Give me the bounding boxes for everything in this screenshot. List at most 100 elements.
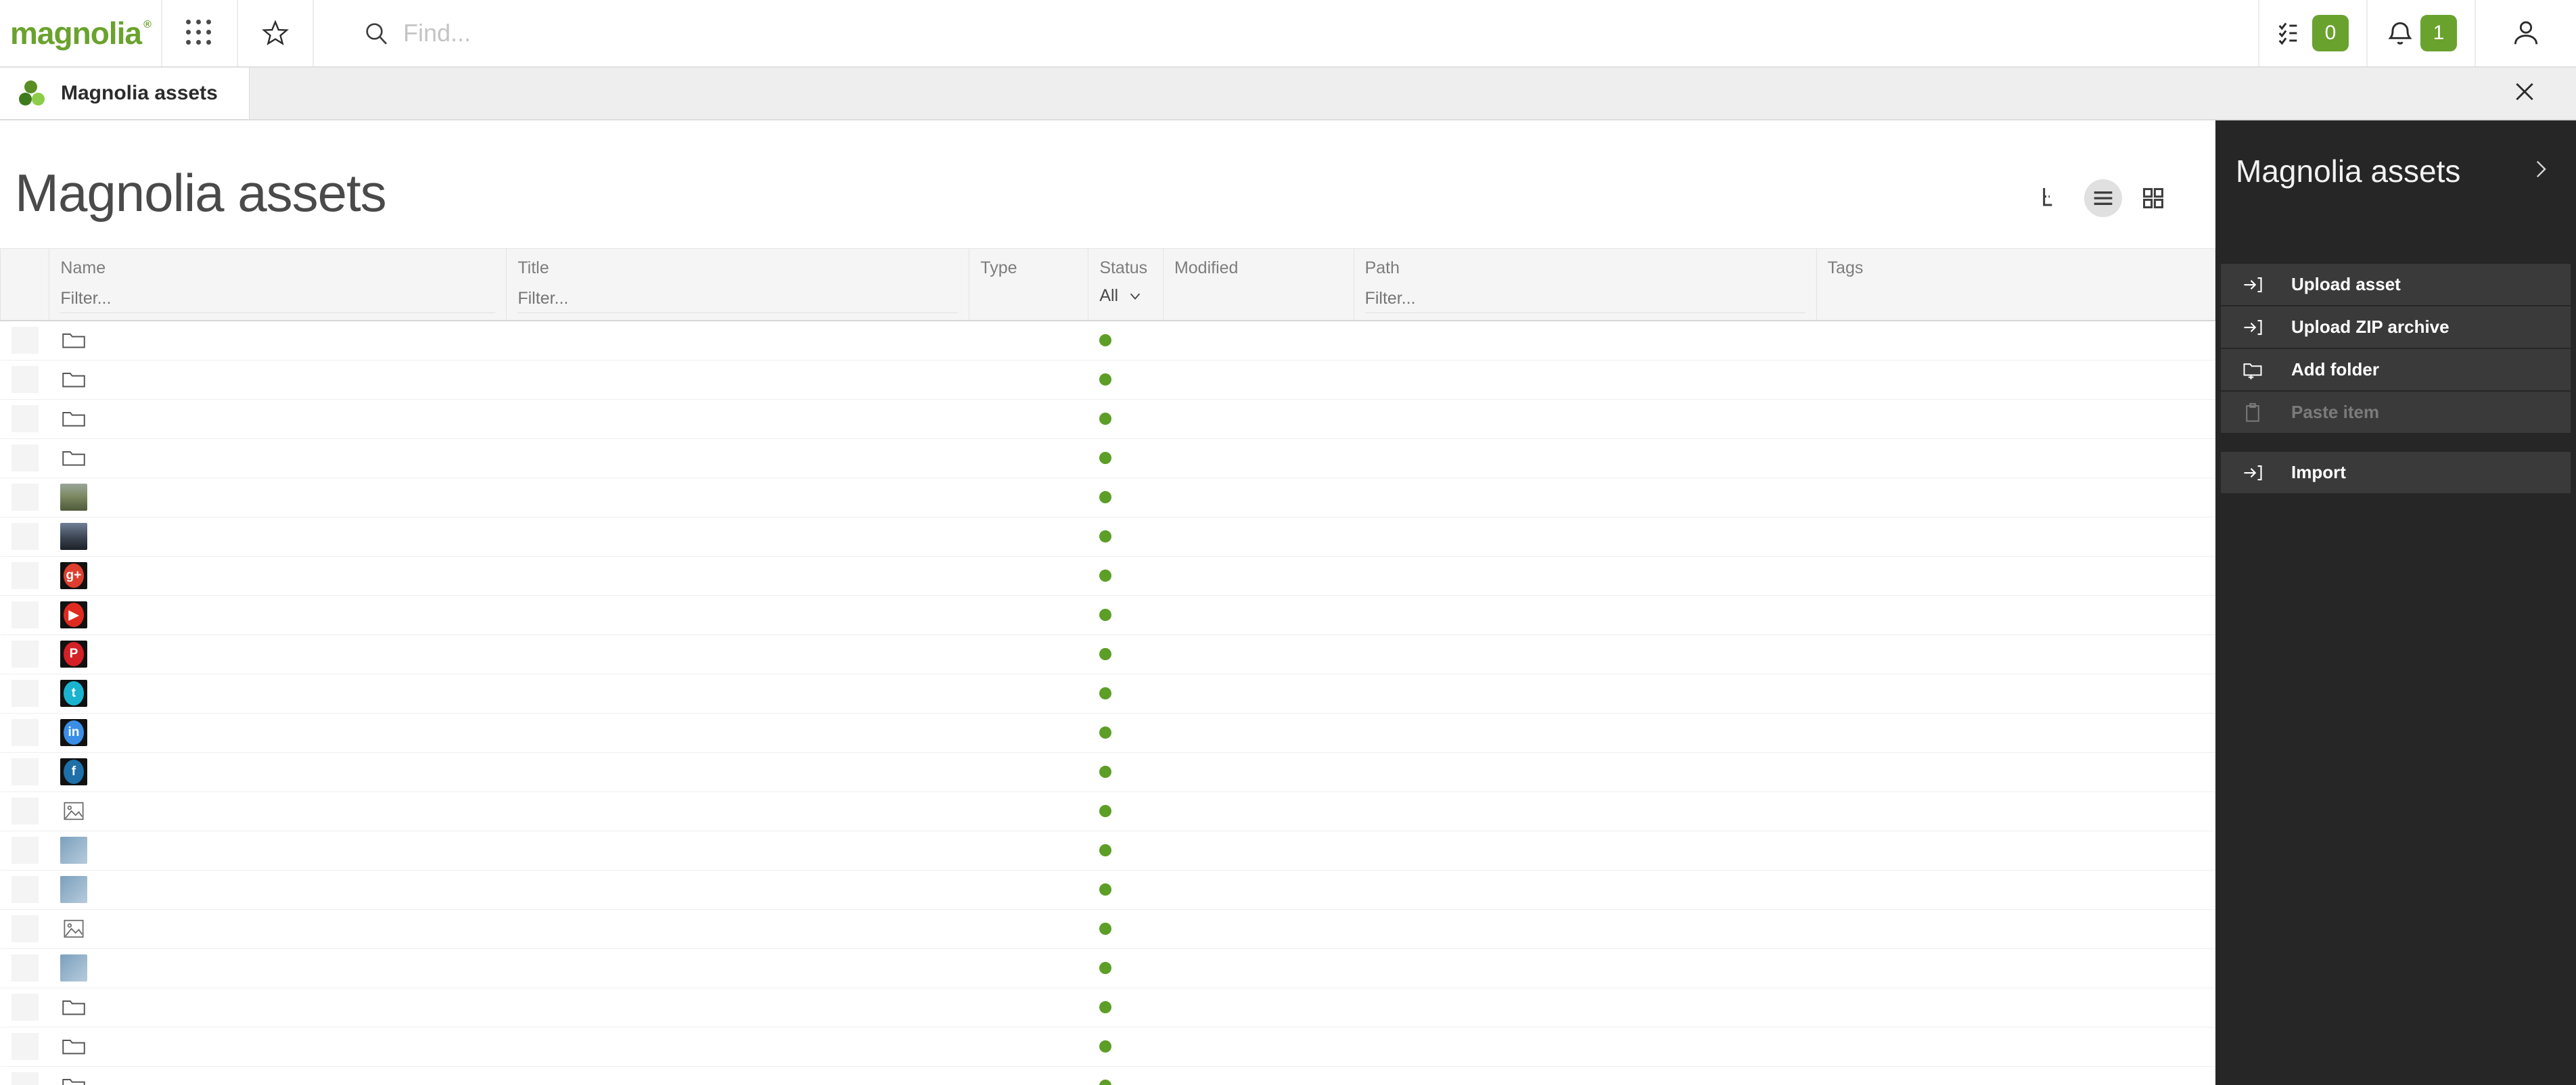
table-row[interactable]	[0, 360, 2215, 400]
row-checkbox[interactable]	[11, 994, 39, 1021]
row-checkbox[interactable]	[11, 837, 39, 864]
row-checkbox-cell[interactable]	[0, 321, 49, 361]
action-add-folder[interactable]: Add folder	[2221, 349, 2571, 390]
cell-name[interactable]	[49, 399, 507, 439]
row-checkbox[interactable]	[11, 1033, 39, 1060]
table-row[interactable]	[0, 399, 2215, 439]
table-row[interactable]	[0, 988, 2215, 1028]
row-checkbox-cell[interactable]	[0, 1066, 49, 1085]
row-checkbox[interactable]	[11, 915, 39, 942]
tasks-button[interactable]: 0	[2259, 0, 2368, 66]
row-checkbox-cell[interactable]	[0, 909, 49, 949]
table-row[interactable]	[0, 831, 2215, 871]
tab-magnolia-assets[interactable]: Magnolia assets	[0, 68, 250, 119]
filter-input-title[interactable]	[518, 287, 959, 313]
row-checkbox[interactable]	[11, 523, 39, 550]
table-row[interactable]	[0, 870, 2215, 910]
table-row[interactable]: g+	[0, 556, 2215, 596]
action-upload-asset[interactable]: Upload asset	[2221, 264, 2571, 305]
table-row[interactable]	[0, 517, 2215, 557]
thumbnail-view-button[interactable]	[2134, 179, 2172, 217]
row-checkbox[interactable]	[11, 719, 39, 746]
cell-name[interactable]	[49, 909, 507, 949]
cell-name[interactable]	[49, 321, 507, 361]
row-checkbox[interactable]	[11, 641, 39, 668]
row-checkbox[interactable]	[11, 758, 39, 785]
cell-name[interactable]	[49, 517, 507, 557]
cell-name[interactable]	[49, 1066, 507, 1085]
row-checkbox-cell[interactable]	[0, 948, 49, 988]
favorites-button[interactable]	[238, 0, 314, 66]
cell-name[interactable]	[49, 360, 507, 400]
status-filter-select[interactable]: All	[1099, 286, 1152, 306]
filter-input-path[interactable]	[1364, 287, 1806, 313]
row-checkbox[interactable]	[11, 562, 39, 589]
row-checkbox-cell[interactable]	[0, 870, 49, 910]
row-checkbox[interactable]	[11, 405, 39, 432]
row-checkbox-cell[interactable]	[0, 674, 49, 714]
row-checkbox[interactable]	[11, 601, 39, 628]
cell-name[interactable]: g+	[49, 556, 507, 596]
action-import[interactable]: Import	[2221, 452, 2571, 493]
column-header-type[interactable]: Type	[969, 248, 1089, 321]
column-header-tags[interactable]: Tags	[1816, 248, 2215, 321]
table-row[interactable]	[0, 909, 2215, 949]
cell-name[interactable]	[49, 791, 507, 831]
column-header-modified[interactable]: Modified	[1162, 248, 1354, 321]
row-checkbox-cell[interactable]	[0, 634, 49, 674]
table-row[interactable]: t	[0, 674, 2215, 714]
cell-name[interactable]	[49, 478, 507, 517]
row-checkbox-cell[interactable]	[0, 713, 49, 753]
row-checkbox-cell[interactable]	[0, 752, 49, 792]
close-tab-button[interactable]	[2511, 78, 2538, 109]
notifications-button[interactable]: 1	[2368, 0, 2476, 66]
row-checkbox-cell[interactable]	[0, 1027, 49, 1067]
cell-name[interactable]: in	[49, 713, 507, 753]
action-upload-zip-archive[interactable]: Upload ZIP archive	[2221, 306, 2571, 348]
collapse-panel-button[interactable]	[2529, 158, 2552, 185]
cell-name[interactable]	[49, 1027, 507, 1067]
cell-name[interactable]	[49, 870, 507, 910]
table-row[interactable]: P	[0, 634, 2215, 674]
table-row[interactable]	[0, 438, 2215, 478]
row-checkbox-cell[interactable]	[0, 988, 49, 1028]
row-checkbox-cell[interactable]	[0, 556, 49, 596]
apps-launcher-button[interactable]	[162, 0, 238, 66]
cell-name[interactable]	[49, 831, 507, 871]
cell-name[interactable]: t	[49, 674, 507, 714]
row-checkbox-cell[interactable]	[0, 517, 49, 557]
cell-name[interactable]	[49, 988, 507, 1028]
row-checkbox[interactable]	[11, 327, 39, 354]
table-row[interactable]: ▶	[0, 595, 2215, 635]
user-menu-button[interactable]	[2476, 0, 2576, 66]
select-all-header[interactable]	[0, 248, 50, 321]
row-checkbox[interactable]	[11, 954, 39, 982]
row-checkbox[interactable]	[11, 484, 39, 511]
row-checkbox-cell[interactable]	[0, 438, 49, 478]
row-checkbox[interactable]	[11, 798, 39, 825]
cell-name[interactable]	[49, 948, 507, 988]
row-checkbox-cell[interactable]	[0, 399, 49, 439]
table-row[interactable]	[0, 791, 2215, 831]
search-input[interactable]: Find...	[403, 19, 471, 47]
table-row[interactable]	[0, 478, 2215, 517]
table-row[interactable]	[0, 1027, 2215, 1067]
table-row[interactable]: f	[0, 752, 2215, 792]
row-checkbox[interactable]	[11, 444, 39, 471]
cell-name[interactable]: f	[49, 752, 507, 792]
cell-name[interactable]: ▶	[49, 595, 507, 635]
row-checkbox-cell[interactable]	[0, 831, 49, 871]
table-row[interactable]: in	[0, 713, 2215, 753]
table-row[interactable]	[0, 321, 2215, 361]
magnolia-logo[interactable]: magnolia ®	[0, 0, 162, 66]
cell-name[interactable]: P	[49, 634, 507, 674]
global-search[interactable]: Find...	[314, 0, 2259, 66]
column-header-name[interactable]: Name	[49, 248, 507, 321]
row-checkbox-cell[interactable]	[0, 595, 49, 635]
table-row[interactable]	[0, 1066, 2215, 1085]
column-header-status[interactable]: Status All	[1088, 248, 1164, 321]
row-checkbox[interactable]	[11, 366, 39, 393]
row-checkbox-cell[interactable]	[0, 791, 49, 831]
filter-input-name[interactable]	[60, 287, 496, 313]
column-header-title[interactable]: Title	[506, 248, 970, 321]
